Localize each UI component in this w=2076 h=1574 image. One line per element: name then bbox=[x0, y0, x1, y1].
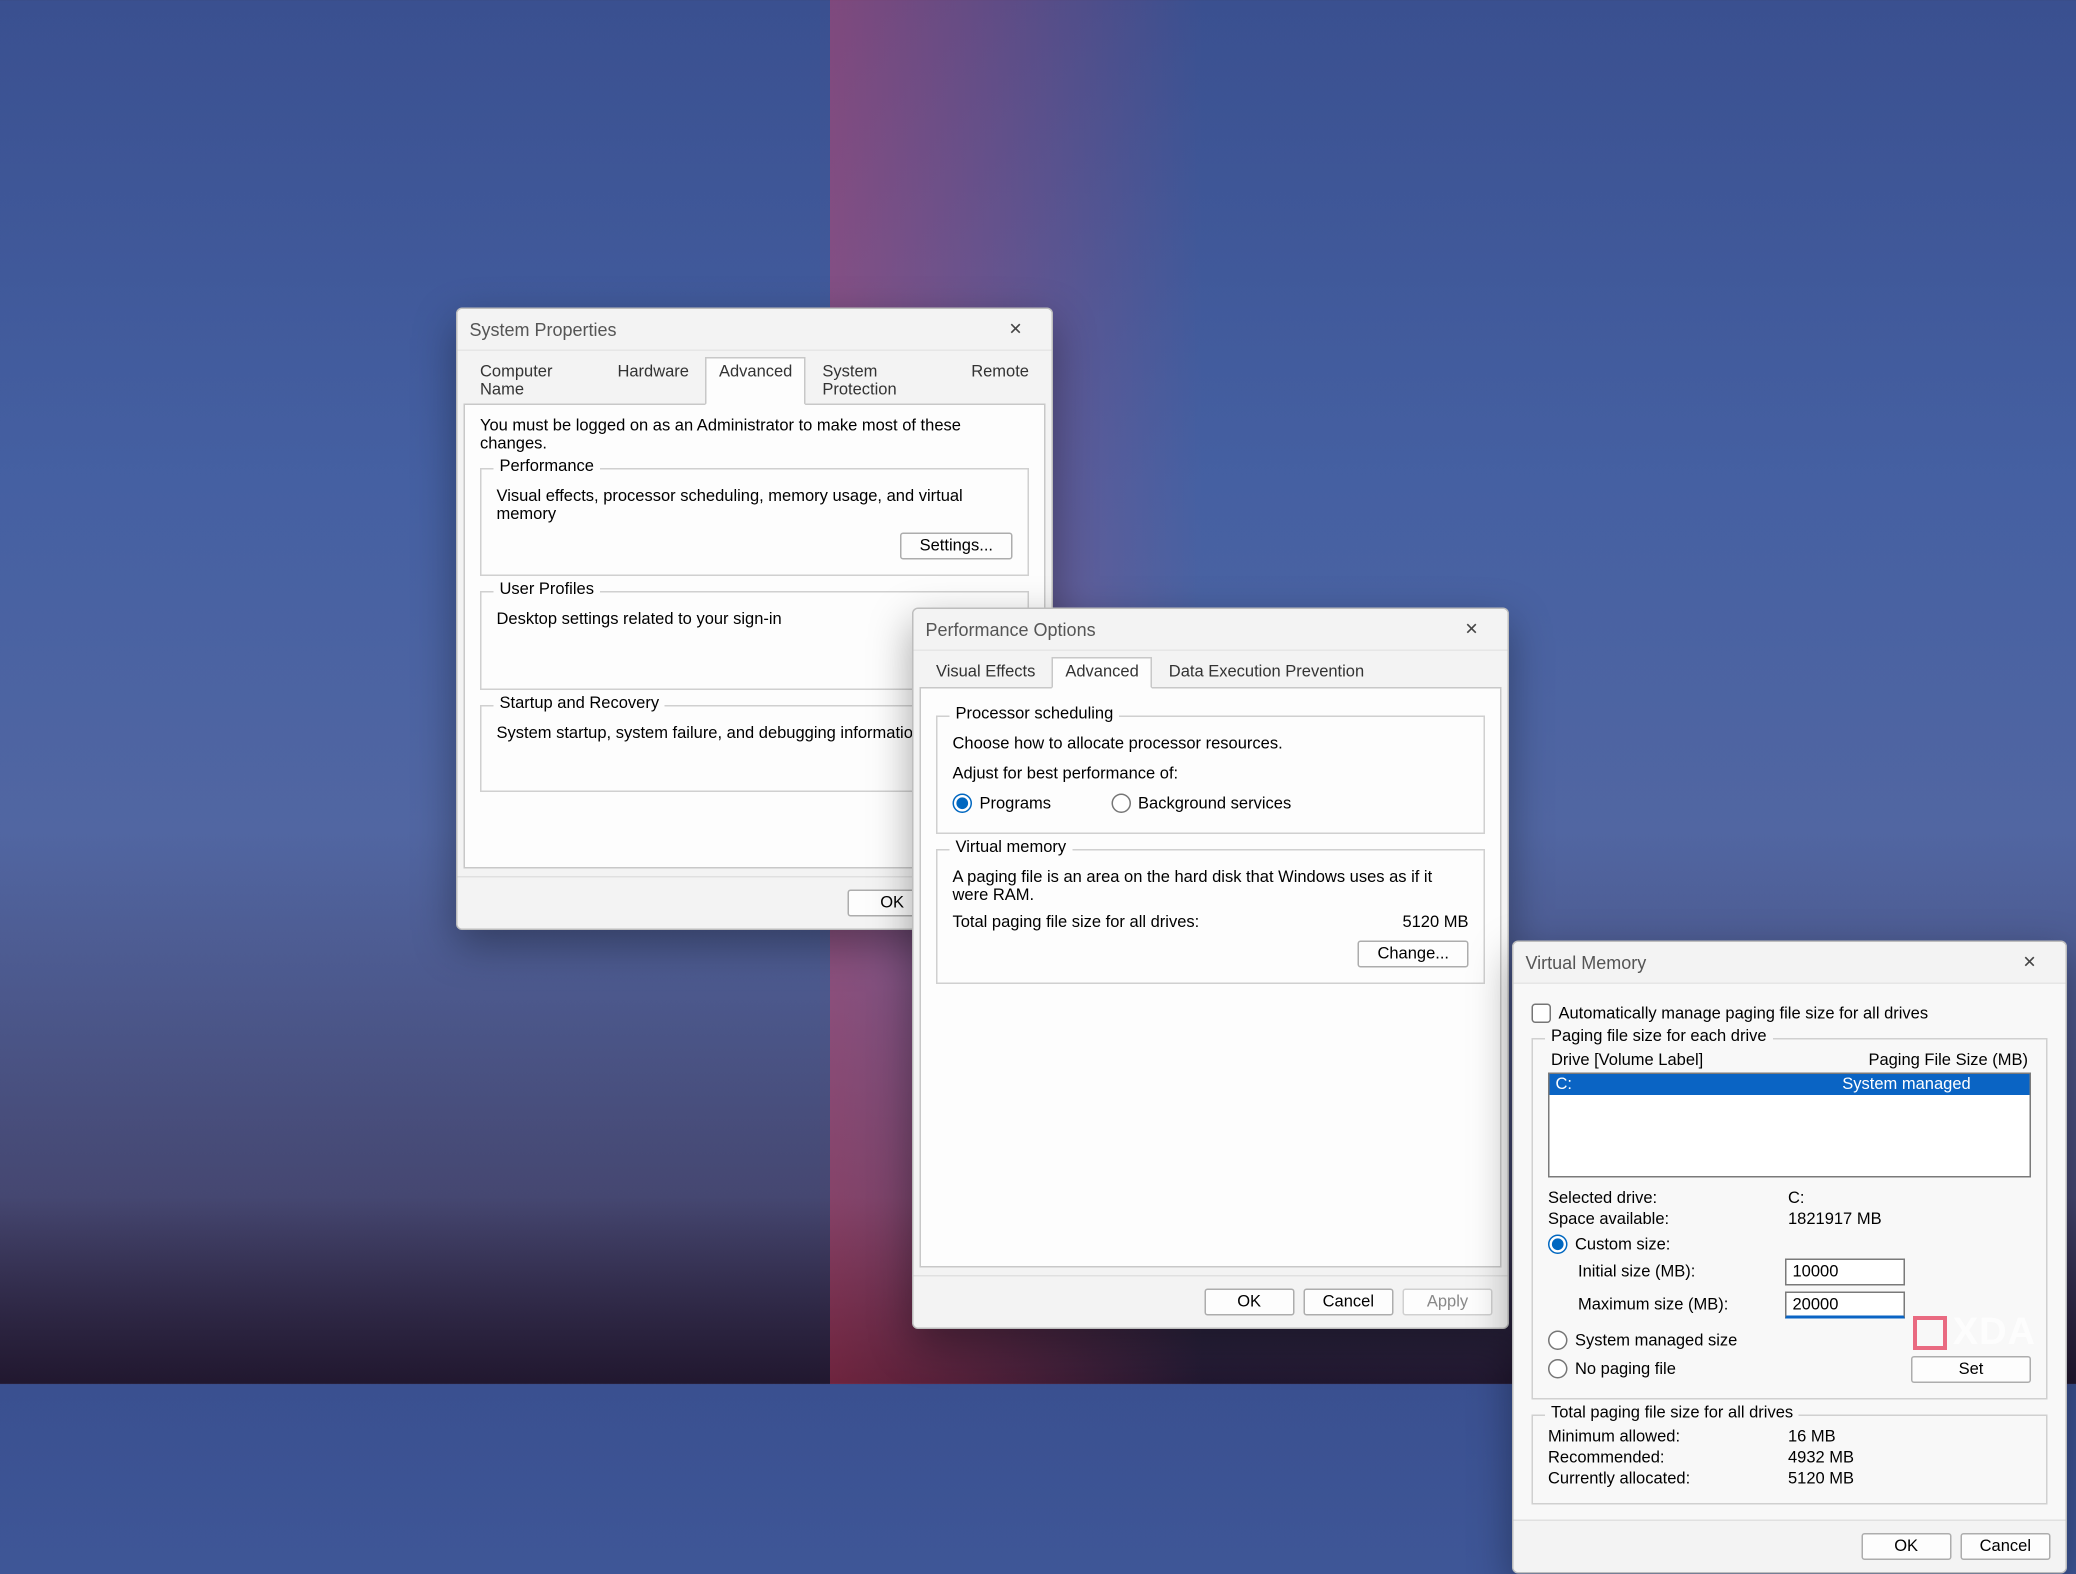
virtual-memory-desc: A paging file is an area on the hard dis… bbox=[953, 869, 1469, 905]
watermark-icon bbox=[1913, 1316, 1947, 1350]
col-drive: Drive [Volume Label] bbox=[1551, 1052, 1790, 1070]
cancel-button[interactable]: Cancel bbox=[1960, 1533, 2050, 1560]
radio-background-services[interactable]: Background services bbox=[1111, 794, 1291, 814]
tab-remote[interactable]: Remote bbox=[958, 357, 1043, 405]
performance-legend: Performance bbox=[494, 458, 600, 476]
virtual-memory-dialog: Virtual Memory ✕ Automatically manage pa… bbox=[1512, 941, 2067, 1574]
vm-total-value: 5120 MB bbox=[1402, 914, 1468, 932]
processor-scheduling-desc: Choose how to allocate processor resourc… bbox=[953, 735, 1469, 753]
maximum-size-label: Maximum size (MB): bbox=[1578, 1296, 1773, 1314]
radio-programs-label: Programs bbox=[980, 794, 1052, 812]
startup-recovery-legend: Startup and Recovery bbox=[494, 695, 666, 713]
processor-scheduling-legend: Processor scheduling bbox=[950, 705, 1120, 723]
radio-sysmanaged-label: System managed size bbox=[1575, 1331, 1737, 1349]
processor-scheduling-group: Processor scheduling Choose how to alloc… bbox=[936, 716, 1485, 835]
tabstrip: Computer Name Hardware Advanced System P… bbox=[458, 351, 1052, 405]
tab-hardware[interactable]: Hardware bbox=[604, 357, 703, 405]
change-button[interactable]: Change... bbox=[1358, 941, 1469, 968]
radio-sysmanaged-input[interactable] bbox=[1548, 1331, 1568, 1351]
tab-system-protection[interactable]: System Protection bbox=[809, 357, 955, 405]
cancel-button[interactable]: Cancel bbox=[1303, 1289, 1393, 1316]
tab-advanced[interactable]: Advanced bbox=[1052, 657, 1152, 689]
radio-custom-input[interactable] bbox=[1548, 1235, 1568, 1255]
tab-visual-effects[interactable]: Visual Effects bbox=[923, 657, 1049, 689]
performance-group: Performance Visual effects, processor sc… bbox=[480, 468, 1029, 576]
recommended-label: Recommended: bbox=[1548, 1449, 1773, 1467]
tab-advanced[interactable]: Advanced bbox=[705, 357, 805, 405]
tab-computer-name[interactable]: Computer Name bbox=[467, 357, 601, 405]
space-available-value: 1821917 MB bbox=[1788, 1211, 2031, 1229]
titlebar[interactable]: Performance Options ✕ bbox=[914, 609, 1508, 651]
space-available-label: Space available: bbox=[1548, 1211, 1773, 1229]
min-allowed-label: Minimum allowed: bbox=[1548, 1428, 1773, 1446]
drive-list[interactable]: C: System managed bbox=[1548, 1073, 2031, 1178]
drive-row[interactable]: C: System managed bbox=[1550, 1074, 2030, 1095]
dialog-title: Virtual Memory bbox=[1526, 952, 1647, 973]
dialog-title: System Properties bbox=[470, 319, 617, 340]
currently-allocated-label: Currently allocated: bbox=[1548, 1470, 1773, 1488]
drive-cell: C: bbox=[1556, 1076, 1790, 1094]
auto-manage-input[interactable] bbox=[1532, 1004, 1552, 1024]
col-size: Paging File Size (MB) bbox=[1790, 1052, 2029, 1070]
auto-manage-checkbox[interactable]: Automatically manage paging file size fo… bbox=[1532, 1004, 2048, 1024]
close-icon[interactable]: ✕ bbox=[1448, 614, 1496, 644]
radio-custom-size[interactable]: Custom size: bbox=[1548, 1235, 2031, 1255]
titlebar[interactable]: System Properties ✕ bbox=[458, 309, 1052, 351]
admin-note: You must be logged on as an Administrato… bbox=[480, 417, 1029, 453]
ok-button[interactable]: OK bbox=[1861, 1533, 1951, 1560]
per-drive-legend: Paging file size for each drive bbox=[1545, 1028, 1773, 1046]
virtual-memory-legend: Virtual memory bbox=[950, 839, 1073, 857]
radio-bg-input[interactable] bbox=[1111, 794, 1131, 814]
apply-button[interactable]: Apply bbox=[1403, 1289, 1493, 1316]
selected-drive-value: C: bbox=[1788, 1190, 2031, 1208]
totals-legend: Total paging file size for all drives bbox=[1545, 1404, 1799, 1422]
performance-options-dialog: Performance Options ✕ Visual Effects Adv… bbox=[912, 608, 1509, 1330]
watermark-logo: XDA bbox=[1913, 1311, 2036, 1354]
virtual-memory-group: Virtual memory A paging file is an area … bbox=[936, 849, 1485, 984]
radio-nopf-label: No paging file bbox=[1575, 1360, 1676, 1378]
radio-programs[interactable]: Programs bbox=[953, 794, 1052, 814]
titlebar[interactable]: Virtual Memory ✕ bbox=[1514, 942, 2066, 984]
recommended-value: 4932 MB bbox=[1788, 1449, 2031, 1467]
radio-no-paging-file[interactable]: No paging file bbox=[1548, 1359, 1676, 1379]
auto-manage-label: Automatically manage paging file size fo… bbox=[1559, 1004, 1929, 1022]
totals-group: Total paging file size for all drives Mi… bbox=[1532, 1415, 2048, 1505]
radio-custom-label: Custom size: bbox=[1575, 1235, 1670, 1253]
tabpanel-advanced: Processor scheduling Choose how to alloc… bbox=[920, 687, 1502, 1268]
close-icon[interactable]: ✕ bbox=[2006, 947, 2054, 977]
close-icon[interactable]: ✕ bbox=[992, 314, 1040, 344]
initial-size-label: Initial size (MB): bbox=[1578, 1263, 1773, 1281]
adjust-label: Adjust for best performance of: bbox=[953, 765, 1469, 783]
min-allowed-value: 16 MB bbox=[1788, 1428, 2031, 1446]
initial-size-input[interactable] bbox=[1785, 1259, 1905, 1286]
watermark-text: XDA bbox=[1953, 1311, 2036, 1354]
radio-programs-input[interactable] bbox=[953, 794, 973, 814]
currently-allocated-value: 5120 MB bbox=[1788, 1470, 2031, 1488]
tab-dep[interactable]: Data Execution Prevention bbox=[1155, 657, 1377, 689]
tabstrip: Visual Effects Advanced Data Execution P… bbox=[914, 651, 1508, 689]
set-button[interactable]: Set bbox=[1911, 1355, 2031, 1382]
radio-bg-label: Background services bbox=[1138, 794, 1291, 812]
size-cell: System managed bbox=[1790, 1076, 2024, 1094]
ok-button[interactable]: OK bbox=[1204, 1289, 1294, 1316]
maximum-size-input[interactable] bbox=[1785, 1292, 1905, 1319]
dialog-title: Performance Options bbox=[926, 619, 1096, 640]
radio-nopf-input[interactable] bbox=[1548, 1359, 1568, 1379]
selected-drive-label: Selected drive: bbox=[1548, 1190, 1773, 1208]
user-profiles-legend: User Profiles bbox=[494, 581, 600, 599]
vm-total-label: Total paging file size for all drives: bbox=[953, 914, 1200, 932]
performance-desc: Visual effects, processor scheduling, me… bbox=[497, 488, 1013, 524]
performance-settings-button[interactable]: Settings... bbox=[900, 533, 1012, 560]
